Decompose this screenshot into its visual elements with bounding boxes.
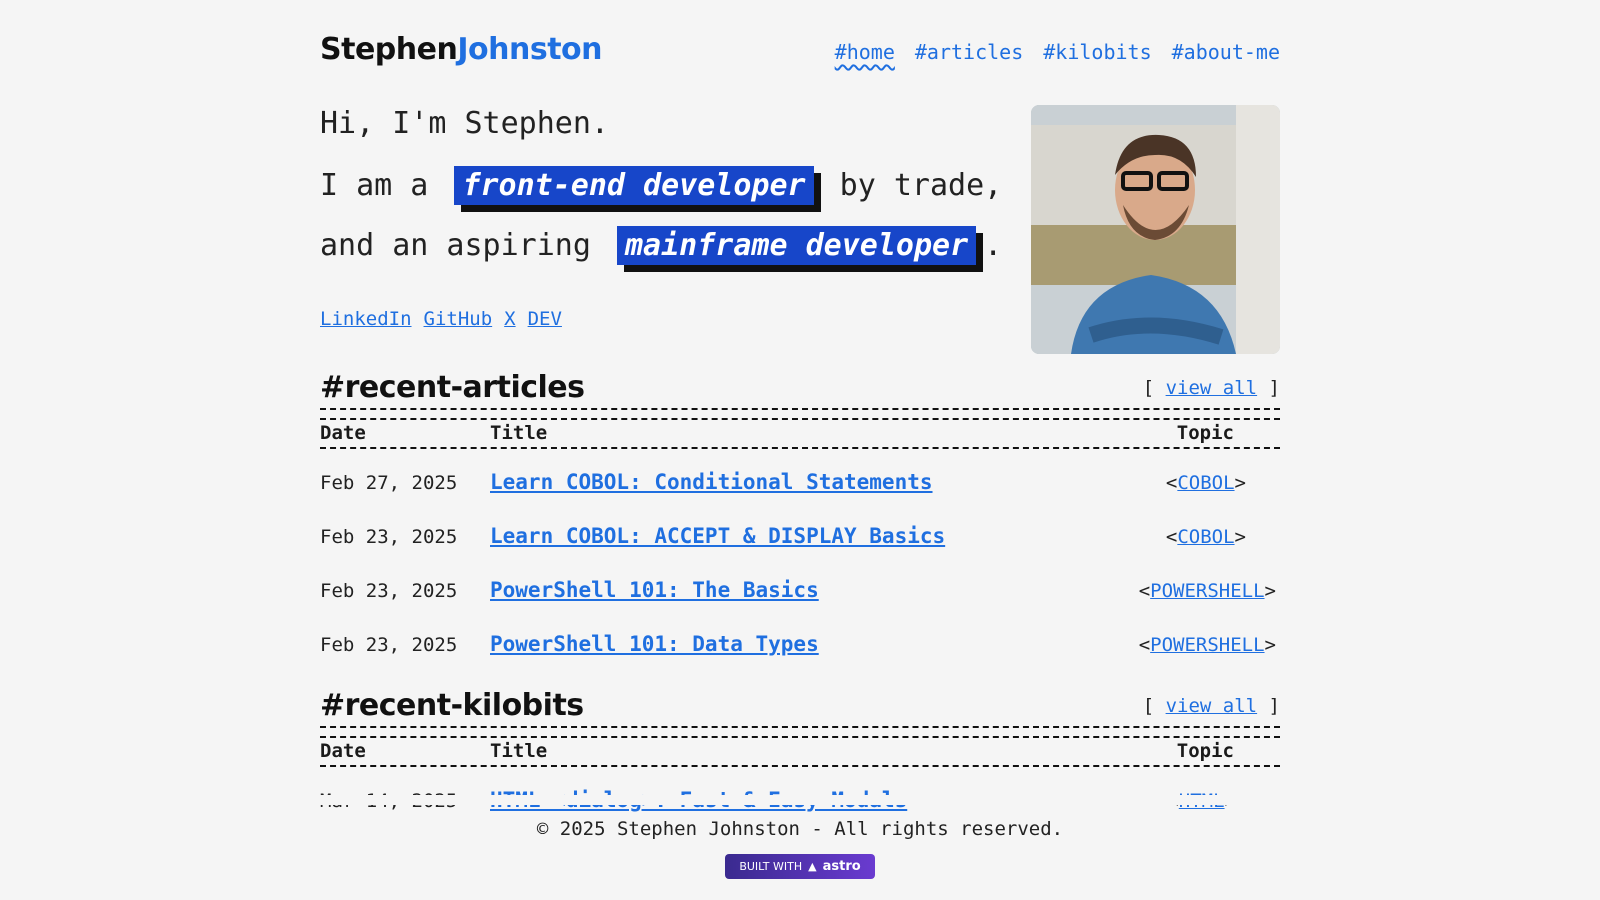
row-date: Feb 27, 2025 bbox=[320, 472, 458, 494]
row-topic: <POWERSHELL> bbox=[1138, 580, 1276, 602]
astro-logo-icon: ▲ bbox=[808, 860, 817, 873]
row-topic: <COBOL> bbox=[1165, 526, 1246, 548]
topic-link[interactable]: COBOL bbox=[1177, 472, 1234, 494]
table-row: Feb 27, 2025 Learn COBOL: Conditional St… bbox=[320, 470, 1280, 500]
topic-link[interactable]: POWERSHELL bbox=[1150, 634, 1264, 656]
table-row: Feb 23, 2025 PowerShell 101: Data Types … bbox=[320, 632, 1280, 662]
hero-line-2-prefix: I am a bbox=[320, 168, 429, 203]
row-topic: <COBOL> bbox=[1165, 472, 1246, 494]
nav-about-me[interactable]: #about-me bbox=[1172, 40, 1280, 64]
topic-link[interactable]: POWERSHELL bbox=[1150, 580, 1264, 602]
profile-photo bbox=[1031, 105, 1280, 354]
hero-line-3-prefix: and an aspiring bbox=[320, 228, 591, 263]
hero-line-2: I am a front-end developer by trade, bbox=[320, 166, 1002, 205]
kilobits-view-all: [ view all ] bbox=[1142, 695, 1280, 717]
dev-link[interactable]: DEV bbox=[528, 308, 562, 330]
github-link[interactable]: GitHub bbox=[424, 308, 493, 330]
article-title-link[interactable]: PowerShell 101: Data Types bbox=[490, 632, 819, 656]
articles-header-rule bbox=[320, 408, 1280, 420]
role-highlight-mainframe: mainframe developer bbox=[617, 226, 977, 265]
col-title: Title bbox=[490, 740, 548, 762]
social-links: LinkedIn GitHub X DEV bbox=[320, 308, 562, 330]
row-date: Feb 23, 2025 bbox=[320, 634, 458, 656]
article-title-link[interactable]: Learn COBOL: Conditional Statements bbox=[490, 470, 933, 494]
articles-view-all: [ view all ] bbox=[1142, 377, 1280, 399]
recent-articles-heading: #recent-articles bbox=[320, 370, 585, 405]
nav-home[interactable]: #home bbox=[835, 40, 895, 64]
kilobits-header-divider bbox=[320, 765, 1280, 767]
scroll-clip bbox=[0, 795, 1600, 805]
kilobits-view-all-link[interactable]: view all bbox=[1166, 695, 1258, 717]
hero-line-2-suffix: by trade, bbox=[839, 168, 1003, 203]
x-link[interactable]: X bbox=[504, 308, 515, 330]
article-title-link[interactable]: PowerShell 101: The Basics bbox=[490, 578, 819, 602]
main-nav: #home #articles #kilobits #about-me bbox=[835, 40, 1280, 64]
row-topic: <POWERSHELL> bbox=[1138, 634, 1276, 656]
built-with-astro-badge[interactable]: BUILT WITH ▲ astro bbox=[725, 854, 875, 879]
nav-articles[interactable]: #articles bbox=[915, 40, 1023, 64]
col-topic: Topic bbox=[1176, 740, 1234, 762]
topic-link[interactable]: COBOL bbox=[1177, 526, 1234, 548]
row-date: Feb 23, 2025 bbox=[320, 580, 458, 602]
col-topic: Topic bbox=[1176, 422, 1234, 444]
col-date: Date bbox=[320, 422, 366, 444]
col-title: Title bbox=[490, 422, 548, 444]
nav-kilobits[interactable]: #kilobits bbox=[1043, 40, 1151, 64]
badge-brand: astro bbox=[822, 859, 861, 874]
article-title-link[interactable]: Learn COBOL: ACCEPT & DISPLAY Basics bbox=[490, 524, 945, 548]
table-row: Feb 23, 2025 PowerShell 101: The Basics … bbox=[320, 578, 1280, 608]
hero-greeting: Hi, I'm Stephen. bbox=[320, 106, 609, 141]
brand-last-name: Johnston bbox=[457, 32, 602, 67]
role-highlight-frontend: front-end developer bbox=[454, 166, 814, 205]
articles-header-divider bbox=[320, 447, 1280, 449]
recent-kilobits-heading: #recent-kilobits bbox=[320, 688, 584, 723]
col-date: Date bbox=[320, 740, 366, 762]
brand-first-name: Stephen bbox=[320, 32, 458, 67]
site-logo[interactable]: StephenJohnston bbox=[320, 32, 602, 67]
row-date: Feb 23, 2025 bbox=[320, 526, 458, 548]
kilobits-header-rule bbox=[320, 726, 1280, 738]
table-row: Feb 23, 2025 Learn COBOL: ACCEPT & DISPL… bbox=[320, 524, 1280, 554]
linkedin-link[interactable]: LinkedIn bbox=[320, 308, 412, 330]
hero-line-3: and an aspiring mainframe developer. bbox=[320, 226, 1002, 265]
articles-view-all-link[interactable]: view all bbox=[1166, 377, 1258, 399]
badge-prefix: BUILT WITH bbox=[739, 860, 803, 873]
hero-line-3-suffix: . bbox=[984, 228, 1003, 263]
footer-copyright: © 2025 Stephen Johnston - All rights res… bbox=[536, 818, 1064, 840]
